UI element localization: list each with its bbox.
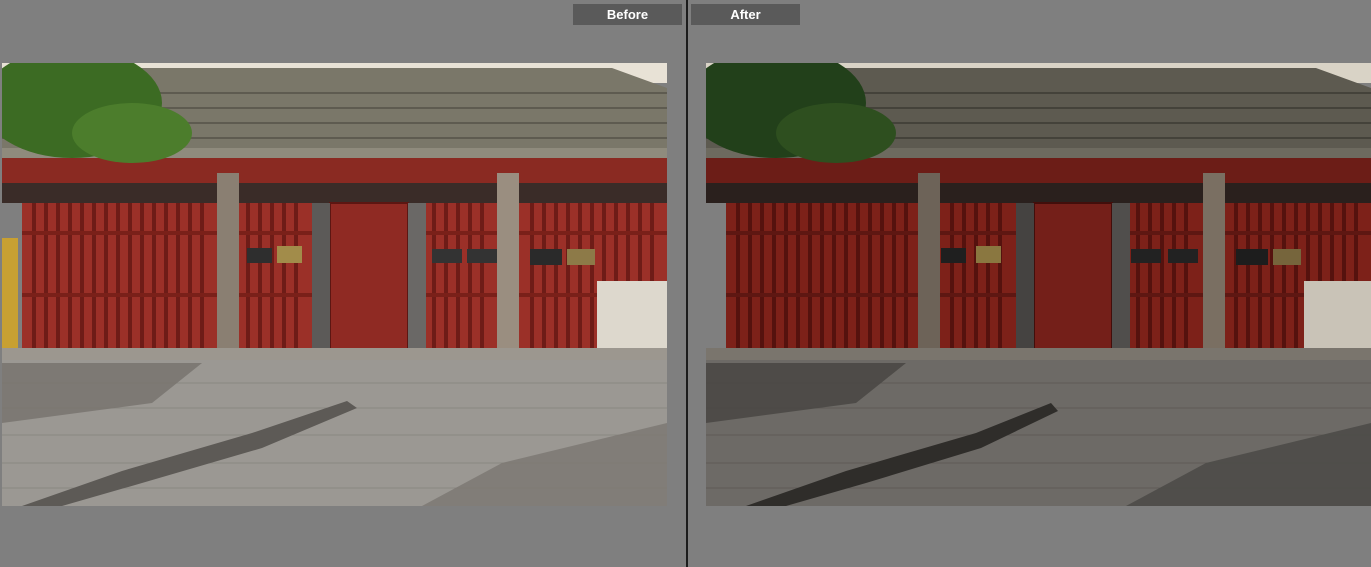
before-photo-image xyxy=(2,63,667,506)
after-label: After xyxy=(691,4,800,25)
after-photo[interactable] xyxy=(706,63,1371,506)
after-photo-image xyxy=(706,63,1371,506)
compare-viewer: Before After xyxy=(0,0,1371,567)
before-label: Before xyxy=(573,4,682,25)
before-photo[interactable] xyxy=(2,63,667,506)
